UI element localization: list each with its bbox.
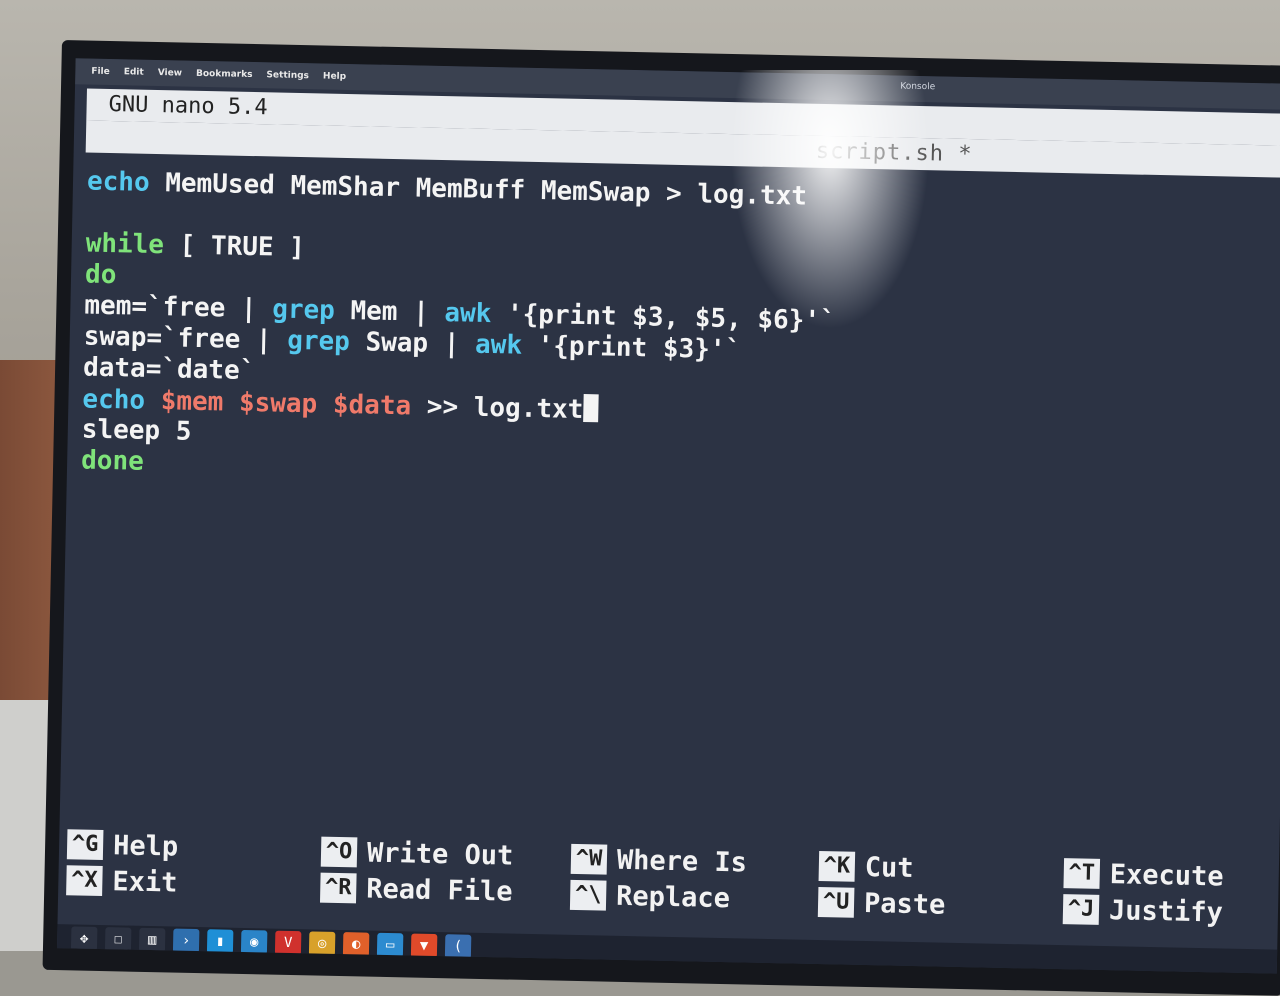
chrome-icon[interactable]: ◎ [308,931,336,956]
shortcut-label: Replace [615,880,731,914]
shortcut-label: Execute [1109,858,1224,893]
shortcut-key: ^U [817,887,855,918]
shortcut-paste[interactable]: ^U Paste [817,886,946,921]
shortcut-write-out[interactable]: ^O Write Out [320,836,514,872]
files-icon[interactable]: ▥ [138,927,166,953]
shortcut-key: ^\ [569,879,607,911]
code-token: sleep 5 [81,414,192,447]
window-icon[interactable]: ☐ [104,927,132,952]
shortcut-label: Exit [112,865,178,899]
menu-view[interactable]: View [158,68,183,79]
shortcut-justify[interactable]: ^J Justify [1062,893,1224,928]
folder-icon[interactable]: ▭ [376,932,404,958]
shortcut-label: Read File [365,873,513,908]
shortcut-label: Paste [863,887,946,921]
code-token: swap=`free | [83,321,288,356]
shortcut-key: ^T [1063,858,1101,889]
partial-icon[interactable]: ( [444,934,472,959]
shortcut-where-is[interactable]: ^W Where Is [570,843,748,879]
firefox-icon[interactable]: ◐ [342,932,370,957]
shortcut-key: ^W [570,843,608,875]
shortcut-key: ^O [320,836,358,868]
menu-bookmarks[interactable]: Bookmarks [196,69,253,80]
menu-edit[interactable]: Edit [124,67,144,77]
shortcut-group-search: ^W Where Is ^\ Replace [569,843,748,915]
vivaldi-icon[interactable]: V [274,930,302,956]
file-name: script.sh * [815,138,973,168]
shortcut-key: ^X [66,865,103,897]
shortcut-key: ^G [66,829,104,861]
code-token: data=`date` [82,352,256,387]
code-token: do [84,259,117,291]
editor-area[interactable]: echo MemUsed MemShar MemBuff MemSwap > l… [81,167,1267,502]
shortcut-label: Justify [1108,894,1224,928]
shortcut-replace[interactable]: ^\ Replace [569,879,747,915]
code-token: while [85,228,165,261]
code-token: done [80,445,145,477]
code-token: [ TRUE ] [163,230,306,264]
shortcut-key: ^R [319,872,357,904]
code-token: echo [86,166,150,198]
code-token: $data [332,389,412,422]
code-token: '{print $3}'` [521,330,742,366]
nano-version: GNU nano 5.4 [108,91,268,121]
shortcut-label: Help [112,829,179,863]
code-token: grep [271,294,336,326]
code-token: $mem [160,386,224,418]
document-icon[interactable]: ▮ [206,929,234,954]
shortcut-exit[interactable]: ^X Exit [66,864,178,898]
code-token: $swap [238,387,318,420]
code-token: Mem | [334,295,445,329]
menu-file[interactable]: File [91,67,110,77]
shortcut-cut[interactable]: ^K Cut [818,850,947,885]
shortcut-group-help: ^G Help ^X Exit [66,828,178,898]
shortcut-label: Where Is [616,844,748,879]
shortcut-label: Write Out [366,837,514,872]
code-token: echo [82,384,146,416]
shortcut-bar: ^G Help ^X Exit ^O Write Out ^R Read Fil… [58,828,1280,944]
app-launcher-icon[interactable]: ✥ [70,926,98,951]
terminal-icon[interactable]: › [172,928,200,954]
shortcut-key: ^J [1062,894,1100,925]
code-token: awk [474,329,523,361]
shortcut-group-file: ^O Write Out ^R Read File [319,836,514,908]
code-token: Swap | [349,327,476,360]
shortcut-group-edit: ^K Cut ^U Paste [817,850,947,921]
shortcut-label: Cut [864,851,914,884]
shortcut-execute[interactable]: ^T Execute [1063,857,1224,893]
shortcut-help[interactable]: ^G Help [66,828,179,863]
code-token: grep [286,325,351,358]
code-token: awk [444,298,492,330]
screen: File Edit View Bookmarks Settings Help K… [56,58,1280,974]
code-token: mem=`free | [84,290,273,325]
monitor: File Edit View Bookmarks Settings Help K… [42,40,1280,996]
code-token: >> log.txt [410,391,584,425]
menu-help[interactable]: Help [323,71,346,81]
shortcut-read-file[interactable]: ^R Read File [319,872,513,908]
text-cursor [583,394,599,423]
window-title: Konsole [900,81,936,93]
shortcut-group-tools: ^T Execute ^J Justify [1062,857,1224,928]
menu-settings[interactable]: Settings [266,70,309,81]
brave-icon[interactable]: ▼ [410,933,438,959]
shortcut-key: ^K [818,851,856,882]
